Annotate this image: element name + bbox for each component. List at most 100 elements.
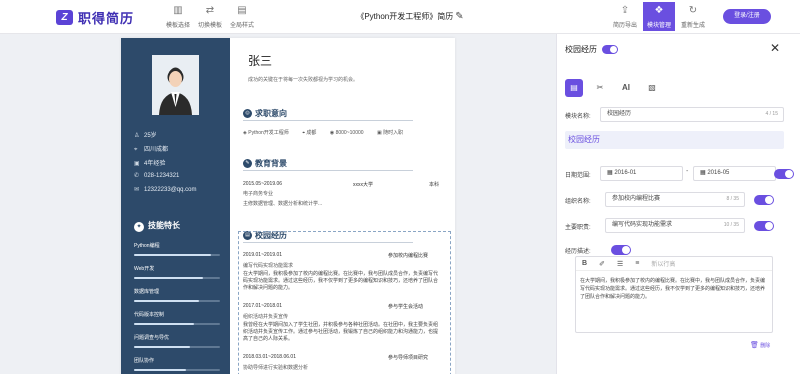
switch-template-label: 切换模板 <box>197 23 222 29</box>
job-city: 成都 <box>306 130 317 136</box>
role-count: 10 / 35 <box>723 222 739 228</box>
role-input[interactable]: 编写代码实现功能需求 10 / 35 <box>605 218 745 233</box>
refresh-icon: ↻ <box>688 5 698 16</box>
panel-title: 校园经历 <box>565 45 597 54</box>
section-intent-heading[interactable]: ◎ 求职意向 <box>243 108 287 119</box>
document-title-text: 《Python开发工程师》简历 <box>356 12 454 21</box>
tab-style[interactable]: ✂ <box>591 79 609 97</box>
section-education-title: 教育背景 <box>255 159 287 168</box>
skill-label: Python编程 <box>134 243 160 249</box>
skill-bar-fill <box>134 277 203 279</box>
date-separator: - <box>686 168 689 175</box>
skills-icon: ✦ <box>134 222 144 232</box>
date-end-value: 2016-05 <box>707 170 730 176</box>
education-row: 2015.05~2019.06 xxxx大学 本科 <box>243 181 443 188</box>
org-name-value: 参加校内编程比赛 <box>612 196 661 202</box>
section-divider <box>243 120 413 121</box>
skill-label: Web开发 <box>134 266 155 272</box>
regenerate-label: 重新生成 <box>680 23 705 29</box>
edit-pen-icon[interactable]: ✎ <box>455 11 463 22</box>
line-height-placeholder[interactable]: 新以行高 <box>651 259 675 268</box>
skill-bar-fill <box>134 346 190 348</box>
editor-toolbar: B ✐ ☰ ≡ 新以行高 <box>576 257 772 271</box>
skill-bar <box>134 300 220 302</box>
resume-page: ♙ 25岁 ⌖ 四川成都 ▣ 4年经验 ✆ 028-1234321 ✉ 12322233@… <box>121 38 455 374</box>
salary-icon: ◉ 8000~10000 <box>329 130 364 136</box>
date-start-input[interactable]: ▦ 2016-01 <box>600 166 683 181</box>
job-status: 随时入职 <box>383 130 404 136</box>
skill-item: 团队协作 <box>134 357 220 371</box>
ai-icon: AI <box>622 83 630 92</box>
login-button[interactable]: 登录/注册 <box>723 9 771 24</box>
bold-icon[interactable]: B <box>582 260 587 267</box>
global-style-button[interactable]: ▤ 全局样式 <box>222 5 262 29</box>
logo-text: 职得简历 <box>78 11 135 26</box>
section-intent-title: 求职意向 <box>255 109 287 118</box>
avatar[interactable] <box>152 55 199 115</box>
job-intent-row: ◈ Python开发工程师 ⌖ 成都 ◉ 8000~10000 ▣ 随时入职 <box>243 129 415 136</box>
skill-bar-fill <box>134 369 186 371</box>
resume-left-column: ♙ 25岁 ⌖ 四川成都 ▣ 4年经验 ✆ 028-1234321 ✉ 12322233@… <box>121 38 230 374</box>
bullet-list-icon[interactable]: ☰ <box>617 260 623 268</box>
skill-item: 代码版本控制 <box>134 311 220 325</box>
highlight-icon[interactable]: ✐ <box>599 260 605 268</box>
skill-bar-fill <box>134 323 195 325</box>
date-toggle[interactable] <box>774 169 794 179</box>
export-button[interactable]: ⇪ 简历导出 <box>609 5 641 29</box>
regenerate-button[interactable]: ↻ 重新生成 <box>677 5 709 29</box>
info-email: ✉ 12322233@qq.com <box>134 186 196 193</box>
tab-history[interactable]: ▧ <box>643 79 661 97</box>
skills-heading: ✦ 技能特长 <box>134 220 180 232</box>
module-name-label: 模块名称: <box>565 114 591 120</box>
city-icon: ⌖ 成都 <box>302 130 317 136</box>
section-header-strip: 校园经历 <box>565 131 784 149</box>
skill-bar-fill <box>134 300 199 302</box>
tab-content-edit[interactable]: ▤ <box>565 79 583 97</box>
skill-item: 数据库管理 <box>134 288 220 302</box>
job-position: Python开发工程师 <box>248 130 289 136</box>
info-phone: ✆ 028-1234321 <box>134 172 179 179</box>
date-range-label: 日期范围: <box>565 173 591 179</box>
tab-ai[interactable]: AI <box>617 79 635 97</box>
skill-bar <box>134 277 220 279</box>
trash-icon: 🗑 <box>750 342 759 349</box>
role-label: 主要职责: <box>565 225 591 231</box>
editor-content[interactable]: 在大学期间，我积极参加了校内的编程比赛。在比赛中，我与团队成员合作，负责编写代码… <box>576 271 772 307</box>
resume-motto[interactable]: 成功的关键在于将每一次失败都视为学习的机会。 <box>248 76 358 83</box>
document-title[interactable]: 《Python开发工程师》简历 ✎ <box>330 11 490 22</box>
close-icon[interactable]: ✕ <box>770 41 780 55</box>
panel-header: 校园经历 <box>565 44 618 55</box>
skill-label: 代码版本控制 <box>134 312 165 318</box>
module-manage-button[interactable]: ❖ 模块管理 <box>643 2 675 31</box>
description-toggle[interactable] <box>611 245 631 255</box>
module-name-input[interactable]: 校园经历 4 / 15 <box>600 107 784 122</box>
date-end-input[interactable]: ▦ 2016-05 <box>693 166 776 181</box>
style-icon: ▤ <box>237 5 247 16</box>
info-location: ⌖ 四川成都 <box>134 144 168 154</box>
section-education-heading[interactable]: ✎ 教育背景 <box>243 158 287 169</box>
org-toggle[interactable] <box>754 195 774 205</box>
module-manage-label: 模块管理 <box>646 23 671 29</box>
education-school: xxxx大学 <box>353 182 374 188</box>
target-icon: ◎ <box>243 109 252 119</box>
role-toggle[interactable] <box>754 221 774 231</box>
logo[interactable]: Z 职得简历 <box>56 8 134 27</box>
delete-button[interactable]: 🗑 删除 <box>750 341 770 349</box>
top-bar: Z 职得简历 ▥ 模板选择 ⇄ 切换模板 ▤ 全局样式 《Python开发工程师… <box>0 0 800 34</box>
org-name-count: 8 / 35 <box>726 196 739 202</box>
resume-name[interactable]: 张三 <box>248 52 272 69</box>
export-label: 简历导出 <box>612 23 637 29</box>
job-salary: 8000~10000 <box>335 130 364 136</box>
description-editor[interactable]: B ✐ ☰ ≡ 新以行高 在大学期间，我积极参加了校内的编程比赛。在比赛中，我与… <box>575 256 773 333</box>
info-experience: ▣ 4年经验 <box>134 158 165 167</box>
education-degree: 本科 <box>429 182 440 188</box>
info-email-text: 12322233@qq.com <box>144 187 197 193</box>
role-value: 编写代码实现功能需求 <box>612 222 673 228</box>
section-divider <box>243 170 413 171</box>
education-desc: 主修数据管理、数据分析和统计学... <box>243 201 323 207</box>
org-name-input[interactable]: 参加校内编程比赛 8 / 35 <box>605 192 745 207</box>
module-visibility-toggle[interactable] <box>602 45 618 54</box>
export-icon: ⇪ <box>620 5 630 16</box>
ordered-list-icon[interactable]: ≡ <box>635 260 639 267</box>
module-name-count: 4 / 15 <box>765 111 778 117</box>
